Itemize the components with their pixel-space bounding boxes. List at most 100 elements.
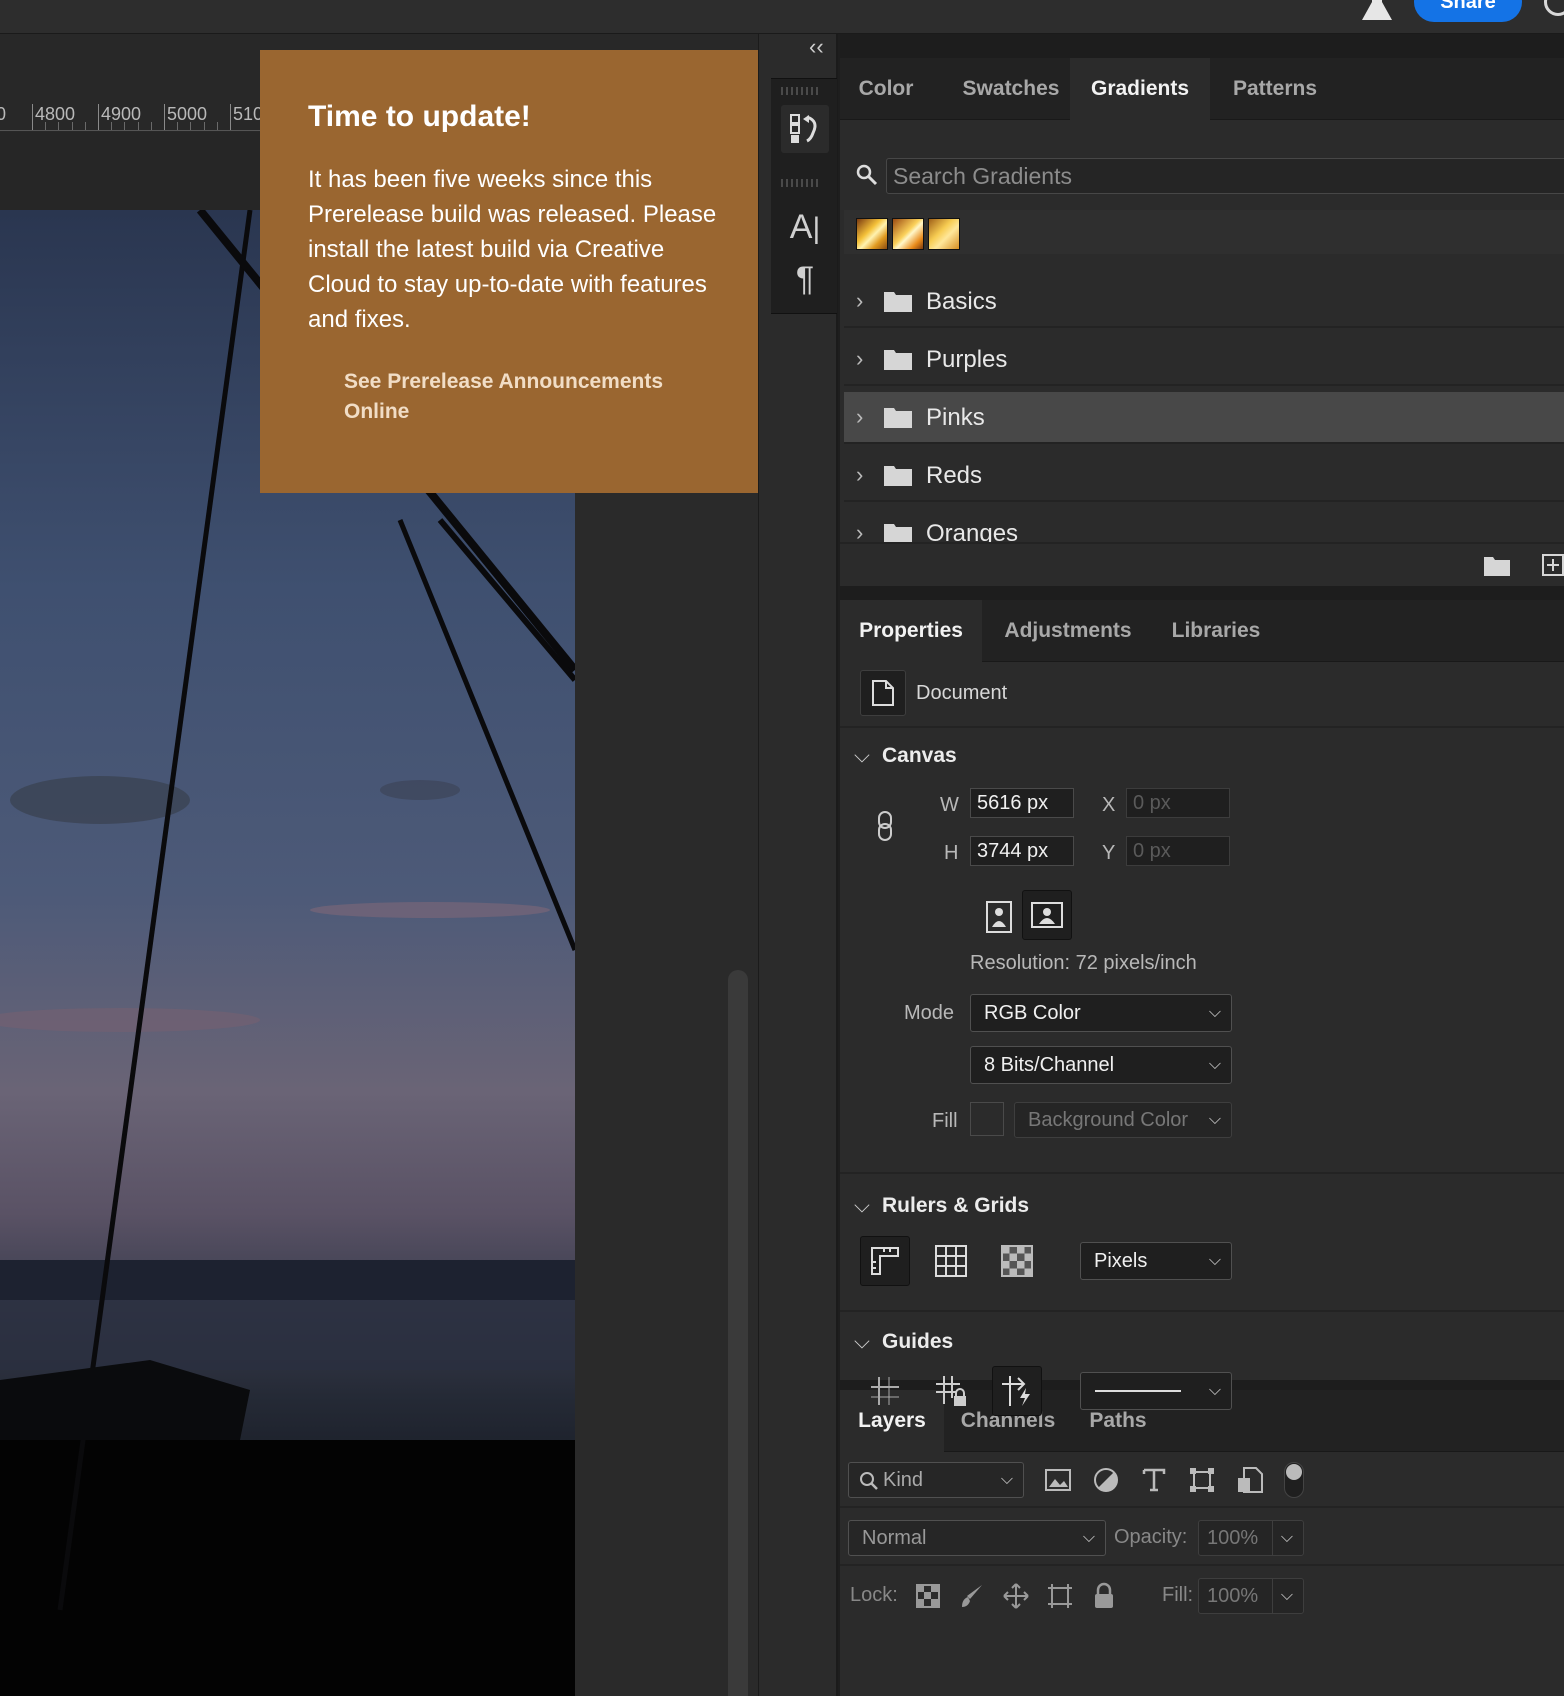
width-label: W [940, 794, 959, 816]
gradient-swatch[interactable] [856, 218, 888, 250]
ruler-label: 510 [233, 104, 264, 124]
beta-flask-icon[interactable] [1360, 0, 1394, 20]
landscape-orientation-button[interactable] [1022, 890, 1072, 940]
gradient-swatch[interactable] [928, 218, 960, 250]
folder-icon [884, 524, 912, 544]
gradient-folder-reds[interactable]: › Reds [844, 450, 1564, 502]
blend-mode-value: Normal [862, 1527, 927, 1549]
lock-all-icon[interactable] [1090, 1582, 1118, 1610]
tab-properties[interactable]: Properties [840, 600, 982, 662]
gradients-panel-tabs: Color Swatches Gradients Patterns [840, 58, 1564, 120]
lock-image-pixels-icon[interactable] [958, 1582, 986, 1610]
link-dimensions-icon[interactable] [876, 810, 894, 842]
lock-artboard-icon[interactable] [1046, 1582, 1074, 1610]
opacity-field[interactable]: 100% ⌵ [1198, 1520, 1304, 1556]
height-field[interactable]: 3744 px [970, 836, 1074, 866]
pixel-grid-toggle-button[interactable] [994, 1238, 1040, 1284]
gradient-folder-pinks[interactable]: › Pinks [844, 392, 1564, 444]
guide-style-dropdown[interactable]: ⌵ [1080, 1372, 1232, 1410]
chevron-right-icon: › [856, 288, 864, 313]
update-notification: Time to update! It has been five weeks s… [260, 50, 772, 493]
filter-adjustment-layers-icon[interactable] [1092, 1466, 1120, 1494]
height-label: H [944, 842, 959, 864]
layer-filter-row: Kind ⌵ [840, 1452, 1564, 1508]
opacity-label: Opacity: [1114, 1526, 1188, 1548]
bit-depth-dropdown[interactable]: 8 Bits/Channel ⌵ [970, 1046, 1232, 1084]
search-icon [860, 1472, 878, 1490]
filter-type-layers-icon[interactable] [1140, 1466, 1168, 1494]
collapse-panels-icon[interactable]: ‹‹ [809, 34, 824, 60]
lock-transparent-pixels-icon[interactable] [914, 1582, 942, 1610]
y-field[interactable]: 0 px [1126, 836, 1230, 866]
gradients-panel-footer [840, 542, 1564, 586]
tab-gradients[interactable]: Gradients [1070, 58, 1210, 120]
new-group-icon[interactable] [1484, 556, 1510, 576]
tab-color[interactable]: Color [840, 58, 932, 120]
gradient-folder-purples[interactable]: › Purples [844, 334, 1564, 386]
vertical-scrollbar[interactable] [728, 970, 748, 1696]
folder-label: Pinks [926, 404, 985, 431]
tab-patterns[interactable]: Patterns [1210, 58, 1340, 120]
fill-color-swatch[interactable] [970, 1102, 1004, 1136]
rulers-toggle-button[interactable] [860, 1236, 910, 1286]
ruler-units-value: Pixels [1094, 1250, 1148, 1272]
portrait-orientation-button[interactable] [976, 894, 1022, 940]
document-label: Document [916, 682, 1008, 704]
y-label: Y [1102, 842, 1116, 864]
tab-libraries[interactable]: Libraries [1154, 600, 1278, 662]
filter-toggle[interactable] [1284, 1462, 1304, 1498]
lock-guides-button[interactable] [926, 1366, 976, 1416]
chevron-down-icon: ⌵ [854, 1330, 870, 1353]
folder-icon [884, 466, 912, 486]
search-input[interactable] [887, 159, 1564, 193]
layer-blend-row: Normal ⌵ Opacity: 100% ⌵ [840, 1510, 1564, 1566]
width-field[interactable]: 5616 px [970, 788, 1074, 818]
lock-position-icon[interactable] [1002, 1582, 1030, 1610]
filter-smart-object-icon[interactable] [1236, 1466, 1264, 1494]
rulers-grids-section-header[interactable]: ⌵ Rulers & Grids [854, 1194, 1029, 1218]
gradients-panel: Color Swatches Gradients Patterns › Basi… [840, 58, 1564, 586]
gradient-search-field[interactable] [886, 158, 1564, 194]
folder-label: Basics [926, 288, 997, 315]
grid-toggle-button[interactable] [928, 1238, 974, 1284]
guides-toggle-button[interactable] [860, 1366, 910, 1416]
tab-swatches[interactable]: Swatches [932, 58, 1090, 120]
chevron-down-icon: ⌵ [1271, 1521, 1293, 1555]
layer-fill-field[interactable]: 100% ⌵ [1198, 1578, 1304, 1614]
filter-pixel-layers-icon[interactable] [1044, 1466, 1072, 1494]
chevron-right-icon: › [856, 462, 864, 487]
layer-filter-value: Kind [883, 1469, 924, 1491]
gradient-folder-basics[interactable]: › Basics [844, 276, 1564, 328]
x-field[interactable]: 0 px [1126, 788, 1230, 818]
new-gradient-icon[interactable] [1542, 554, 1564, 576]
tab-adjustments[interactable]: Adjustments [982, 600, 1154, 662]
rulers-grids-title: Rulers & Grids [882, 1194, 1030, 1217]
layer-lock-row: Lock: Fill: 100% ⌵ [840, 1568, 1564, 1624]
color-mode-dropdown[interactable]: RGB Color ⌵ [970, 994, 1232, 1032]
folder-icon [884, 292, 912, 312]
cloud-status-icon[interactable] [1544, 0, 1564, 16]
chevron-down-icon: ⌵ [1082, 1529, 1095, 1546]
recent-gradients [844, 210, 1564, 254]
layer-kind-filter[interactable]: Kind ⌵ [848, 1462, 1024, 1498]
filter-shape-layers-icon[interactable] [1188, 1466, 1216, 1494]
notification-title: Time to update! [308, 100, 531, 133]
chevron-down-icon: ⌵ [1208, 1382, 1221, 1399]
folder-label: Purples [926, 346, 1008, 373]
gradient-swatch[interactable] [892, 218, 924, 250]
folder-icon [884, 350, 912, 370]
paragraph-icon[interactable]: ¶ [781, 255, 829, 303]
blend-mode-dropdown[interactable]: Normal ⌵ [848, 1520, 1106, 1556]
share-button[interactable]: Share [1414, 0, 1522, 22]
history-icon[interactable] [781, 105, 829, 153]
guide-line-style-sample [1095, 1390, 1181, 1392]
canvas-section-header[interactable]: ⌵ Canvas [854, 744, 957, 768]
character-icon[interactable]: A| [781, 203, 829, 251]
fill-dropdown[interactable]: Background Color ⌵ [1014, 1102, 1232, 1138]
ruler-units-dropdown[interactable]: Pixels ⌵ [1080, 1242, 1232, 1280]
guides-section-header[interactable]: ⌵ Guides [854, 1330, 953, 1354]
announcements-link[interactable]: See Prerelease Announcements Online [344, 367, 684, 427]
smart-guides-button[interactable] [992, 1366, 1042, 1416]
fill-value: Background Color [1028, 1109, 1189, 1131]
ruler-label: 0 [0, 104, 7, 124]
